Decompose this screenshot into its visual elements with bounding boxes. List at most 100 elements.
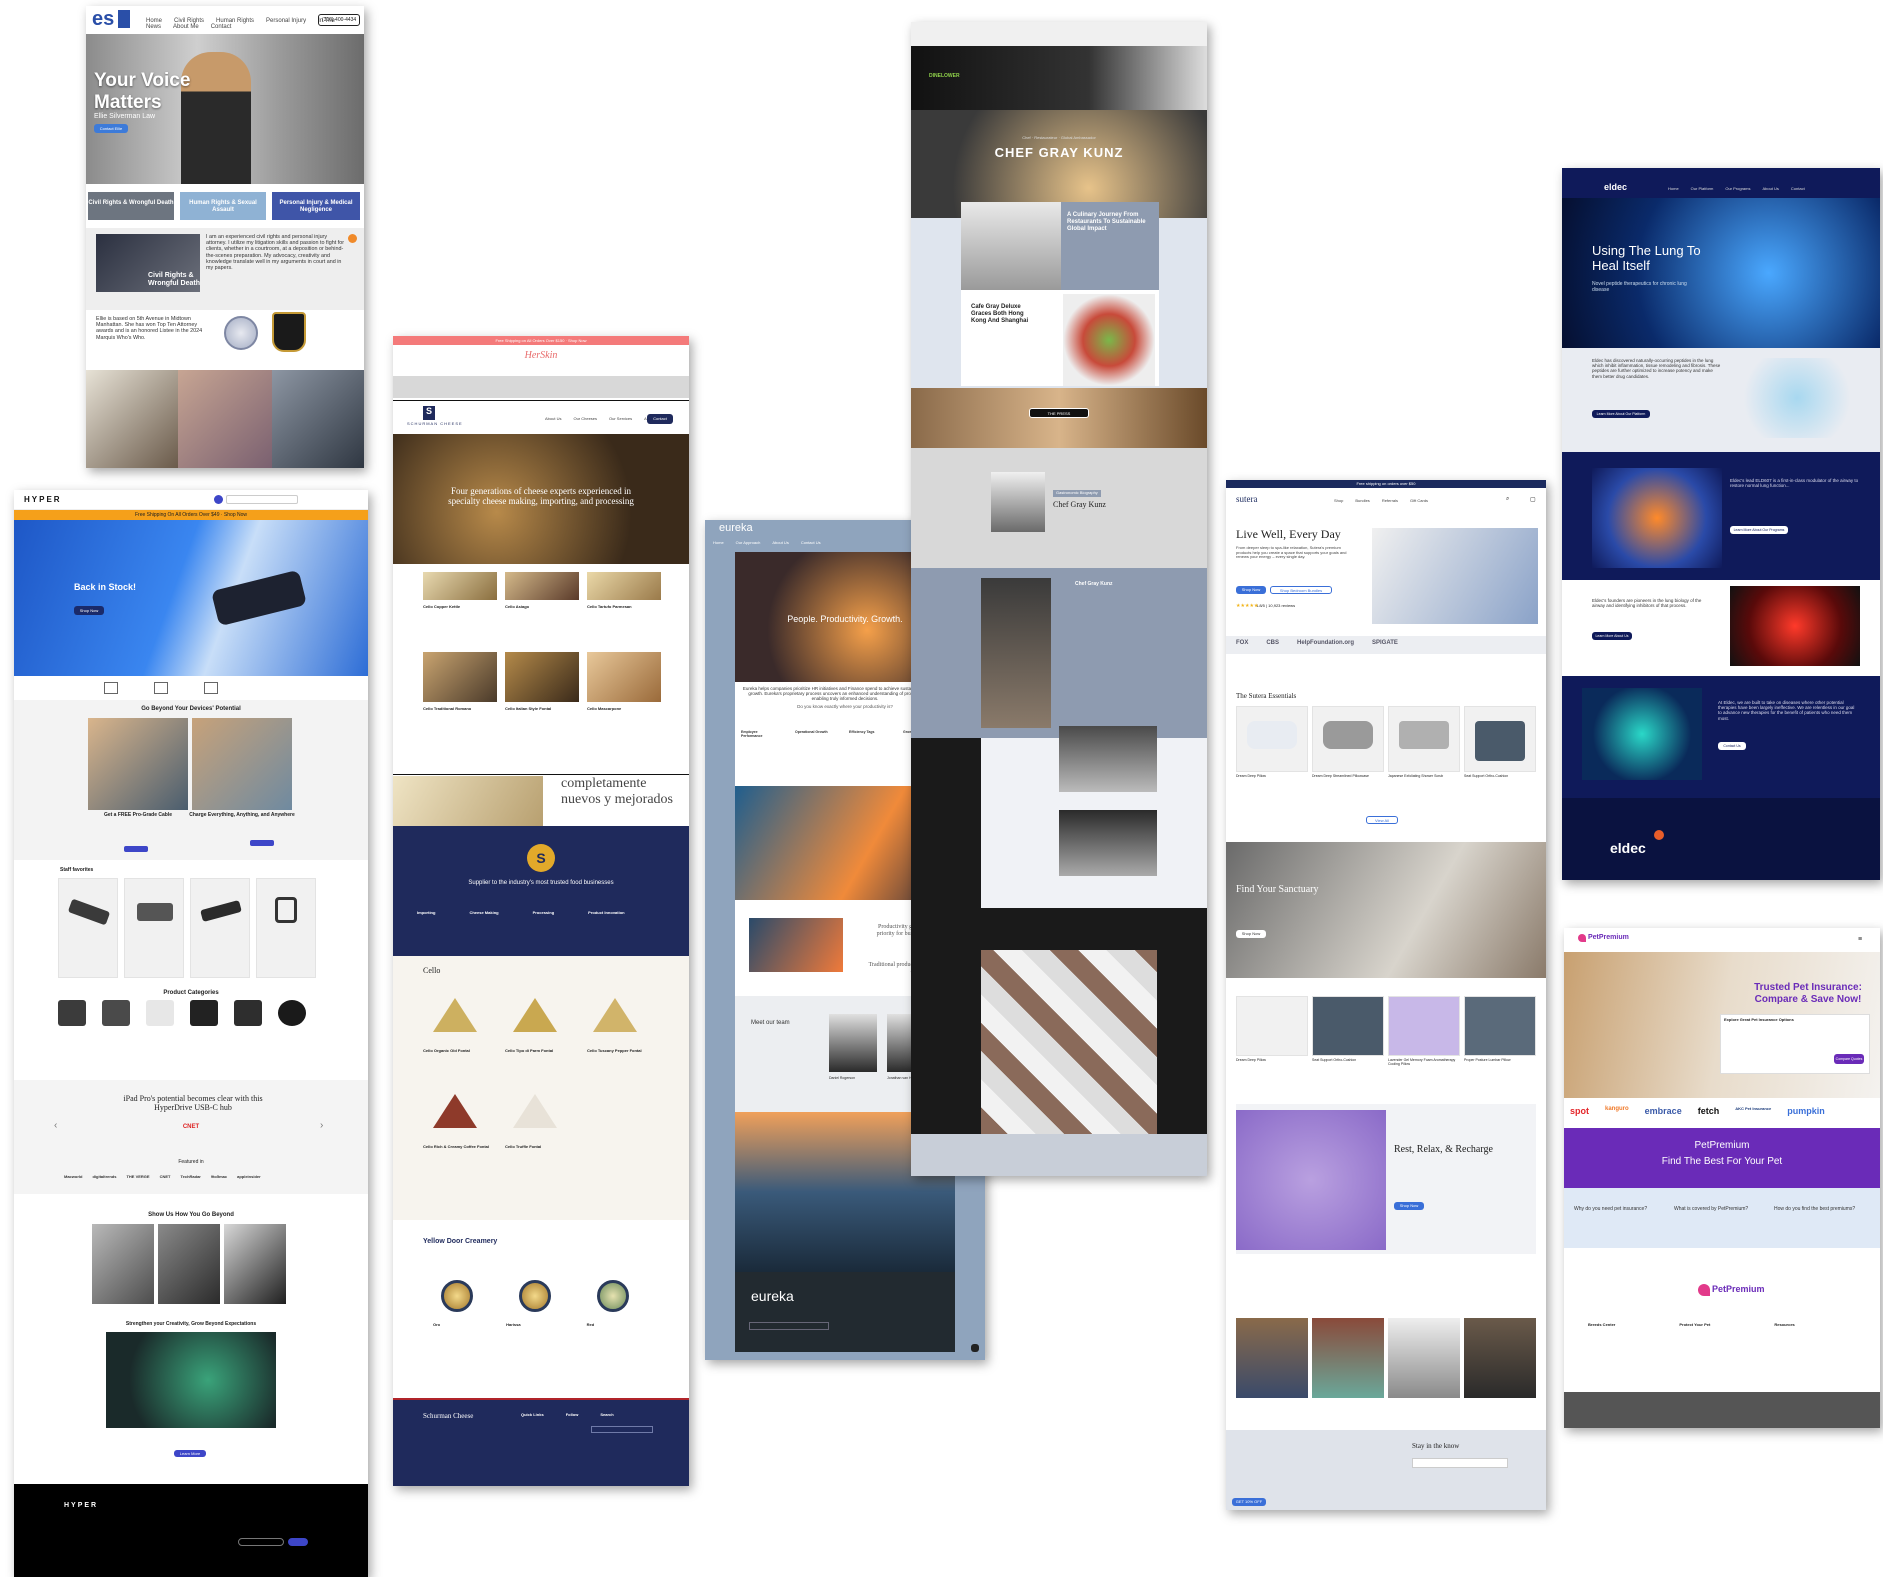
hyper-quote-next-icon[interactable]: › [320, 1120, 323, 1131]
hyper-promo1-image[interactable] [88, 718, 188, 810]
hyper-promo1-button[interactable] [124, 846, 148, 852]
petpremium-form-cta[interactable]: Compare Quotes [1834, 1054, 1864, 1064]
sutera-topbar[interactable]: Free shipping on orders over $50 [1226, 480, 1546, 488]
sutera-nav[interactable]: Shop Bundles Referrals Gift Cards [1334, 498, 1440, 503]
cheese-promo-bar[interactable]: Free Shipping on All Orders Over $150 · … [393, 336, 689, 345]
eureka-nav-item[interactable]: Our Approach [736, 540, 761, 545]
ellie-nav-about[interactable]: About Me [173, 24, 199, 30]
eldec-cta2[interactable]: Learn More About Our Programs [1730, 526, 1788, 534]
cheese-logo-mark[interactable]: S [423, 406, 435, 420]
eldec-cta4[interactable]: Contact Us [1718, 742, 1746, 750]
sutera-product-card[interactable] [1236, 996, 1308, 1056]
hyper-hero-cta[interactable]: Shop Now [74, 606, 104, 615]
sutera-view-all-button[interactable]: View All [1366, 816, 1398, 824]
cheese-nav-contact-button[interactable]: Contact [647, 414, 673, 424]
cheese-round-image[interactable] [519, 1280, 551, 1312]
sutera-nav-item[interactable]: Shop [1334, 498, 1343, 503]
hyper-ugc-image[interactable] [224, 1224, 286, 1304]
cheese-nav-item[interactable]: About Us [545, 416, 561, 421]
eldec-site-card[interactable]: eldec Home Our Platform Our Programs About … [1562, 168, 1880, 880]
petpremium-faq-item[interactable]: How do you find the best premiums? [1774, 1206, 1856, 1212]
sutera-product-card[interactable] [1464, 706, 1536, 772]
eureka-nav-item[interactable]: Contact Us [801, 540, 821, 545]
petpremium-faq-item[interactable]: Why do you need pet insurance? [1574, 1206, 1656, 1212]
hyper-search-icon[interactable] [214, 495, 223, 504]
sutera-logo[interactable]: sutera [1236, 494, 1258, 504]
chef-site-card[interactable]: DINELOWER Chef · Restaurateur · Global A… [911, 22, 1207, 1176]
eureka-footer-input[interactable] [749, 1322, 829, 1330]
petpremium-logo-icon[interactable] [1578, 934, 1586, 942]
ellie-logo[interactable]: es [92, 8, 114, 31]
cheese-logo[interactable]: SCHURMAN CHEESE [407, 421, 463, 427]
eldec-nav[interactable]: Home Our Platform Our Programs About Us Cont… [1668, 186, 1817, 191]
petpremium-quote-form[interactable] [1720, 1014, 1870, 1074]
hyper-footer-signup[interactable] [238, 1538, 284, 1546]
hyper-site-card[interactable]: HYPER Free Shipping On All Orders Over $… [14, 490, 368, 1577]
sutera-footer-cta[interactable]: GET 10% OFF [1232, 1498, 1266, 1506]
hyper-banner[interactable]: Free Shipping On All Orders Over $49 · S… [14, 510, 368, 520]
cheese-nav-item[interactable]: Our Cheeses [573, 416, 597, 421]
petpremium-menu-icon[interactable]: ≡ [1858, 936, 1862, 943]
sutera-cta1[interactable]: Shop Now [1236, 586, 1266, 594]
cheese-product-image[interactable] [505, 572, 579, 600]
ellie-tile-injury[interactable]: Personal Injury & Medical Negligence [272, 192, 360, 220]
hyper-category-item[interactable] [190, 1000, 218, 1026]
cheese-product-image[interactable] [423, 572, 497, 600]
hyper-product-card[interactable] [58, 878, 118, 978]
sutera-nav-item[interactable]: Referrals [1382, 498, 1398, 503]
eldec-nav-item[interactable]: Contact [1791, 186, 1805, 191]
eureka-team-photo[interactable] [829, 1014, 877, 1072]
hyper-ugc-image[interactable] [92, 1224, 154, 1304]
ellie-phone-button[interactable]: (310) 400-4434 [318, 14, 361, 26]
cheese-round-image[interactable] [441, 1280, 473, 1312]
hyper-category-item[interactable] [146, 1000, 174, 1026]
eureka-nav[interactable]: Home Our Approach About Us Contact Us [713, 540, 833, 545]
hyper-category-item[interactable] [102, 1000, 130, 1026]
eldec-cta3[interactable]: Learn More About Us [1592, 632, 1632, 640]
cheese-wedge-image[interactable] [593, 998, 637, 1032]
sutera-nav-item[interactable]: Bundles [1355, 498, 1369, 503]
cheese-product-image[interactable] [505, 652, 579, 702]
sutera-cta2[interactable]: Shop Bedroom Bundles [1270, 586, 1332, 594]
ellie-scroll-badge[interactable] [348, 234, 357, 243]
eldec-cta1[interactable]: Learn More About Our Platform [1592, 410, 1650, 418]
eldec-nav-item[interactable]: Home [1668, 186, 1679, 191]
hyper-category-item[interactable] [278, 1000, 306, 1026]
sutera-product-card[interactable] [1236, 706, 1308, 772]
eldec-nav-item[interactable]: Our Programs [1725, 186, 1750, 191]
cheese-wedge-image[interactable] [433, 1094, 477, 1128]
sutera-review-image[interactable] [1236, 1318, 1308, 1398]
hyper-category-item[interactable] [58, 1000, 86, 1026]
hyper-product-card[interactable] [124, 878, 184, 978]
cheese-product-image[interactable] [587, 652, 661, 702]
cheese-footer-search[interactable] [591, 1426, 653, 1433]
hyper-footer-submit[interactable] [288, 1538, 308, 1546]
cheese-site-card[interactable]: Free Shipping on All Orders Over $150 · … [393, 336, 689, 1486]
petpremium-faq-item[interactable]: What is covered by PetPremium? [1674, 1206, 1756, 1212]
ellie-tile-human[interactable]: Human Rights & Sexual Assault [180, 192, 266, 220]
ellie-nav-contact[interactable]: Contact [211, 24, 232, 30]
sutera-search-icon[interactable]: ⌕ [1506, 496, 1509, 503]
petpremium-logo[interactable]: PetPremium [1588, 934, 1629, 942]
sutera-sanctuary-cta[interactable]: Shop Now [1236, 930, 1266, 938]
sutera-product-card[interactable] [1388, 706, 1460, 772]
cheese-product-image[interactable] [423, 652, 497, 702]
sutera-site-card[interactable]: Free shipping on orders over $50 sutera … [1226, 480, 1546, 1510]
sutera-review-image[interactable] [1312, 1318, 1384, 1398]
eureka-logo[interactable]: eureka [719, 522, 753, 535]
sutera-review-image[interactable] [1388, 1318, 1460, 1398]
sutera-nav-item[interactable]: Gift Cards [1410, 498, 1428, 503]
hyper-strengthen-cta[interactable]: Learn More [174, 1450, 206, 1457]
petpremium-site-card[interactable]: PetPremium ≡ Trusted Pet Insurance: Comp… [1564, 928, 1880, 1428]
eldec-logo[interactable]: eldec [1604, 182, 1627, 192]
sutera-cart-icon[interactable]: ▢ [1530, 496, 1536, 503]
eldec-nav-item[interactable]: About Us [1762, 186, 1778, 191]
hyper-promo2-button[interactable] [250, 840, 274, 846]
cheese-nav-item[interactable]: Our Services [609, 416, 632, 421]
ellie-contact-button[interactable]: Contact Ellie [94, 124, 128, 133]
hyper-promo2-image[interactable] [192, 718, 292, 810]
hyper-search-input[interactable] [226, 495, 298, 504]
cheese-wedge-image[interactable] [513, 998, 557, 1032]
sutera-product-card[interactable] [1388, 996, 1460, 1056]
hyper-product-card[interactable] [256, 878, 316, 978]
